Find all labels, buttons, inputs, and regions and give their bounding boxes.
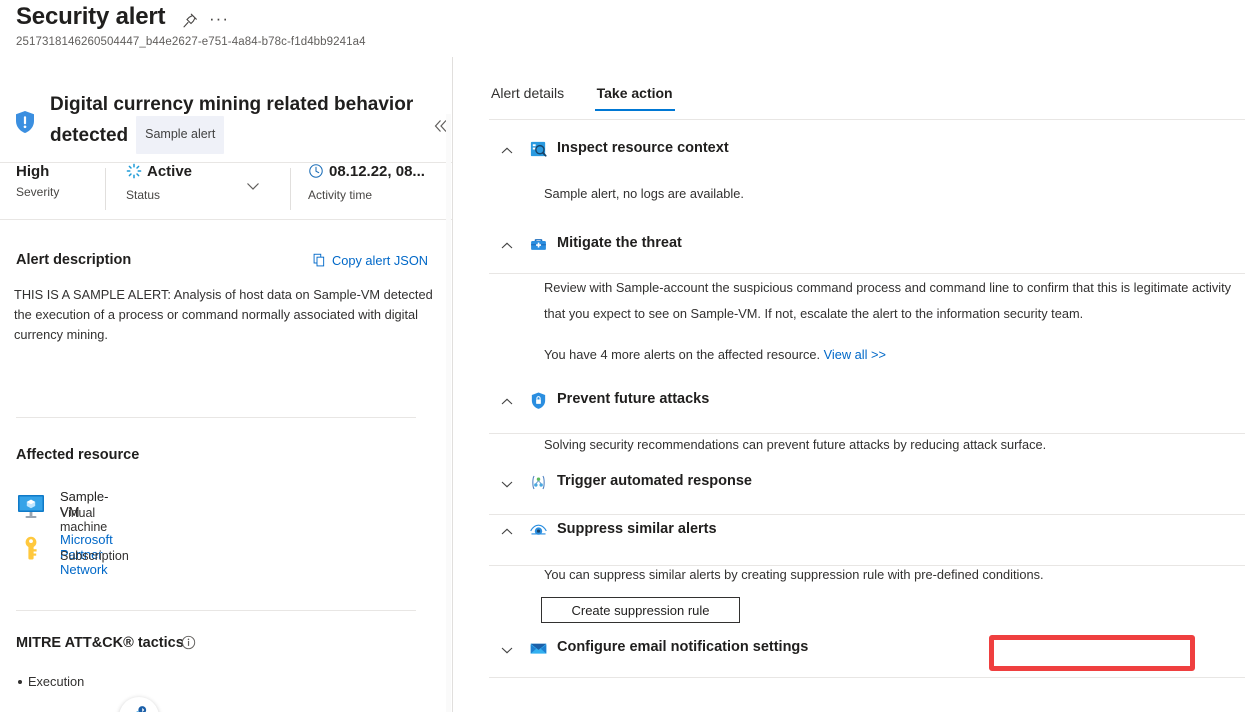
stat-divider-2 [290, 168, 291, 210]
info-icon[interactable] [181, 635, 196, 655]
mitre-kill-chain-timeline [14, 655, 424, 712]
take-action-panel: Alert details Take action Inspect resour… [453, 57, 1246, 712]
section-title: Prevent future attacks [557, 391, 710, 407]
chevron-up-icon[interactable] [499, 143, 515, 159]
status-value: Active [147, 163, 193, 180]
view-all-alerts-link[interactable]: View all >> [824, 347, 886, 362]
copy-alert-json-button[interactable]: Copy alert JSON [312, 253, 428, 271]
copy-alert-json-label: Copy alert JSON [332, 253, 429, 268]
alert-summary-panel: Digital currency mining related behavior… [0, 57, 452, 712]
stat-divider [105, 168, 106, 210]
alert-stats-row: High Severity Active Status 08.12.22, 08… [0, 162, 452, 219]
email-icon [529, 639, 549, 659]
section-body-secondary: You have 4 more alerts on the affected r… [544, 344, 1246, 365]
create-suppression-rule-button[interactable]: Create suppression rule [541, 597, 740, 623]
section-body: Solving security recommendations can pre… [544, 437, 1047, 452]
shield-icon [529, 391, 549, 411]
logic-app-icon [529, 473, 549, 493]
alert-id: 2517318146260504447_b44e2627-e751-4a84-b… [16, 36, 366, 48]
status-chevron-down-icon[interactable] [243, 176, 263, 201]
stat-activity-time: 08.12.22, 08... Activity time [308, 162, 425, 202]
chevron-up-icon[interactable] [499, 238, 515, 254]
severity-value: High [16, 163, 50, 180]
tab-take-action[interactable]: Take action [594, 85, 675, 111]
more-options-icon[interactable]: ··· [208, 10, 230, 30]
section-body: Sample alert, no logs are available. [544, 186, 744, 201]
resource-type: Subscription [60, 549, 129, 563]
log-analytics-icon [529, 140, 549, 160]
chevron-up-icon[interactable] [499, 394, 515, 410]
section-body: You can suppress similar alerts by creat… [544, 567, 1044, 582]
alert-description-heading: Alert description [16, 252, 132, 268]
timeline-active-node[interactable] [119, 697, 159, 712]
chevron-down-icon[interactable] [499, 642, 515, 658]
more-alerts-text: You have 4 more alerts on the affected r… [544, 347, 824, 362]
sample-alert-badge: Sample alert [136, 116, 225, 154]
status-active-icon [126, 163, 142, 184]
page-title: Security alert [16, 3, 166, 30]
alert-title-text: Digital currency mining related behavior… [50, 94, 414, 146]
alert-title: Digital currency mining related behavior… [50, 90, 430, 157]
highlight-box [989, 635, 1195, 671]
section-divider [489, 273, 1245, 274]
clock-icon [308, 163, 324, 184]
copy-icon [312, 253, 327, 271]
section-title: Configure email notification settings [557, 639, 809, 655]
divider [16, 417, 416, 418]
tab-bar-divider [489, 119, 1245, 120]
eye-suppress-icon [529, 521, 549, 541]
page-header: Security alert ··· 2517318146260504447_b… [0, 0, 1246, 57]
section-divider [489, 514, 1245, 515]
section-body: Review with Sample-account the suspiciou… [544, 280, 1232, 321]
activity-time-label: Activity time [308, 188, 373, 202]
status-label: Status [126, 188, 161, 202]
section-divider [489, 677, 1245, 678]
stat-severity: High Severity [16, 162, 59, 199]
resource-type: Virtual machine [60, 506, 108, 534]
section-title: Trigger automated response [557, 473, 752, 489]
section-title: Suppress similar alerts [557, 521, 717, 537]
toolbox-icon [529, 235, 549, 255]
chevron-up-icon[interactable] [499, 524, 515, 540]
divider [0, 219, 452, 220]
execution-hand-icon [136, 706, 147, 712]
virtual-machine-icon [16, 491, 46, 521]
panel-scrollbar[interactable] [446, 114, 451, 712]
severity-label: Severity [16, 185, 60, 199]
affected-resource-heading: Affected resource [16, 447, 140, 463]
tab-bar: Alert details Take action [489, 85, 699, 119]
chevron-down-icon[interactable] [499, 476, 515, 492]
section-title: Mitigate the threat [557, 235, 682, 251]
pin-icon[interactable] [180, 11, 200, 31]
security-alert-page: Security alert ··· 2517318146260504447_b… [0, 0, 1246, 712]
mitre-heading: MITRE ATT&CK® tactics [16, 635, 184, 651]
activity-time-value: 08.12.22, 08... [329, 163, 425, 180]
divider [16, 610, 416, 611]
subscription-key-icon [16, 534, 46, 564]
shield-alert-icon [14, 110, 36, 134]
alert-description-text: THIS IS A SAMPLE ALERT: Analysis of host… [14, 287, 433, 342]
stat-status[interactable]: Active Status [126, 162, 192, 202]
tab-alert-details[interactable]: Alert details [489, 85, 566, 111]
section-title: Inspect resource context [557, 140, 729, 156]
